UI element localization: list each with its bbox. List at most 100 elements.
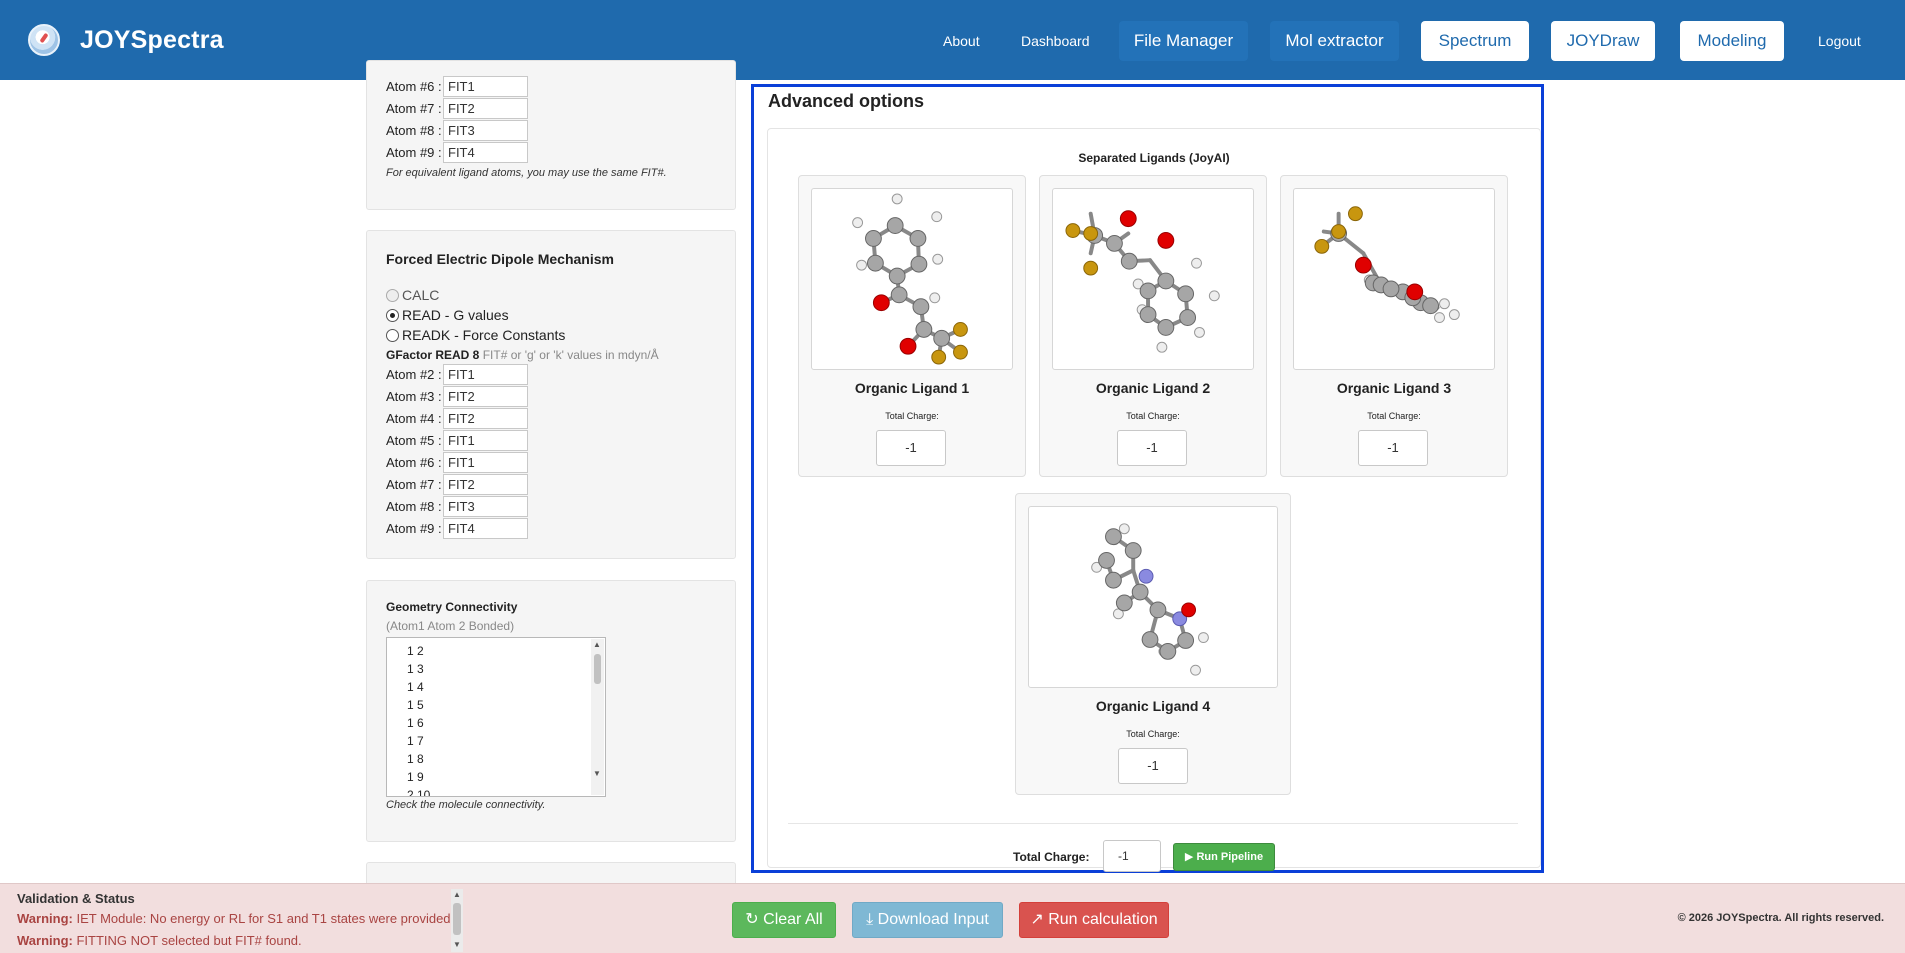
total-charge-label: Total Charge: <box>885 411 939 421</box>
molecule-image <box>1314 206 1460 324</box>
warning-text: IET Module: No energy or RL for S1 and T… <box>76 911 451 926</box>
fit-input[interactable]: FIT2 <box>443 474 528 495</box>
atom-label: Atom #6 : <box>386 79 442 94</box>
run-calculation-button[interactable]: ↗ Run calculation <box>1019 902 1169 938</box>
ligand-4-structure <box>1028 506 1278 688</box>
nav-modeling-button[interactable]: Modeling <box>1680 21 1784 61</box>
molecule-image <box>852 193 968 365</box>
fit-input[interactable]: FIT1 <box>443 364 528 385</box>
molecule-image <box>1065 210 1220 353</box>
ligand-3-structure <box>1293 188 1495 370</box>
warning-message: Warning: FITTING NOT selected but FIT# f… <box>17 933 302 948</box>
fit-input[interactable]: FIT2 <box>443 386 528 407</box>
radio-readk[interactable]: READK - Force Constants <box>386 326 565 344</box>
ligand-card: Organic Ligand 1 Total Charge: -1 <box>798 175 1026 477</box>
fit-input[interactable]: FIT1 <box>443 452 528 473</box>
nav-dashboard-link[interactable]: Dashboard <box>1021 0 1090 80</box>
ligand-card: Organic Ligand 3 Total Charge: -1 <box>1280 175 1508 477</box>
radio-label: CALC <box>402 287 440 303</box>
fit-input[interactable]: FIT1 <box>443 76 528 97</box>
ligand-name: Organic Ligand 4 <box>1095 698 1211 714</box>
scroll-up-icon[interactable]: ▲ <box>453 890 461 899</box>
download-input-label: Download Input <box>877 911 989 928</box>
radio-icon <box>386 288 399 302</box>
fit-input[interactable]: FIT1 <box>443 430 528 451</box>
fit-input[interactable]: FIT4 <box>443 518 528 539</box>
warning-prefix: Warning: <box>17 911 73 926</box>
radio-icon <box>386 308 399 322</box>
spectra-logo-icon <box>28 24 60 56</box>
atom-label: Atom #6 : <box>386 455 442 470</box>
connectivity-line: 1 4 <box>407 680 424 694</box>
radio-calc[interactable]: CALC <box>386 286 439 304</box>
brand[interactable]: JOYSpectra <box>28 24 224 56</box>
bottom-total-charge-input[interactable]: -1 <box>1103 840 1161 872</box>
atom-label: Atom #4 : <box>386 411 442 426</box>
radio-icon <box>386 328 399 342</box>
ligand-charge-input[interactable]: -1 <box>1118 748 1188 784</box>
nav-spectrum-button[interactable]: Spectrum <box>1421 21 1529 61</box>
connectivity-textarea[interactable]: 1 2 1 3 1 4 1 5 1 6 1 7 1 8 1 9 2 10 ▲ ▼ <box>386 637 606 797</box>
ligand-name: Organic Ligand 1 <box>854 380 970 396</box>
radio-read[interactable]: READ - G values <box>386 306 509 324</box>
scroll-down-icon[interactable]: ▼ <box>453 940 461 949</box>
nav-mol-extractor-button[interactable]: Mol extractor <box>1270 21 1399 61</box>
fit-input[interactable]: FIT2 <box>443 98 528 119</box>
fit-note: For equivalent ligand atoms, you may use… <box>386 167 667 179</box>
ligand-charge-input[interactable]: -1 <box>1358 430 1428 466</box>
gfactor-label: GFactor READ 8 <box>386 348 480 362</box>
warning-text: FITTING NOT selected but FIT# found. <box>76 933 302 948</box>
atom-label: Atom #2 : <box>386 367 442 382</box>
nav-joydraw-button[interactable]: JOYDraw <box>1551 21 1655 61</box>
scroll-thumb[interactable] <box>594 654 601 684</box>
refresh-icon: ↻ <box>745 911 759 928</box>
scroll-down-icon[interactable]: ▼ <box>593 769 601 778</box>
fit-input[interactable]: FIT2 <box>443 408 528 429</box>
advanced-options-section: Advanced options Separated Ligands (JoyA… <box>751 84 1544 873</box>
connectivity-line: 1 6 <box>407 716 424 730</box>
ligand-charge-input[interactable]: -1 <box>876 430 946 466</box>
scroll-thumb[interactable] <box>453 903 461 935</box>
molecule-image <box>1091 523 1209 676</box>
ligand-name: Organic Ligand 3 <box>1336 380 1452 396</box>
divider <box>788 823 1518 824</box>
separated-ligands-title: Separated Ligands (JoyAI) <box>1078 151 1230 165</box>
nav-logout-link[interactable]: Logout <box>1818 0 1861 80</box>
ligands-container: Separated Ligands (JoyAI) Organic Ligand… <box>767 128 1541 872</box>
clear-all-button[interactable]: ↻ Clear All <box>732 902 836 938</box>
textarea-scrollbar[interactable]: ▲ ▼ <box>591 639 604 795</box>
fit-input[interactable]: FIT3 <box>443 496 528 517</box>
warning-prefix: Warning: <box>17 933 73 948</box>
dipole-panel: Forced Electric Dipole Mechanism CALC RE… <box>366 230 736 559</box>
atom-row: Atom #9 : FIT4 <box>386 518 528 539</box>
external-link-icon: ↗ <box>1030 911 1044 928</box>
atom-row: Atom #4 : FIT2 <box>386 408 528 429</box>
atom-row: Atom #8 : FIT3 <box>386 120 528 141</box>
gfactor-hint: FIT# or 'g' or 'k' values in mdyn/Å <box>482 348 659 362</box>
ligand-card: Organic Ligand 2 Total Charge: -1 <box>1039 175 1267 477</box>
nav-file-manager-button[interactable]: File Manager <box>1119 21 1248 61</box>
nav-about-link[interactable]: About <box>943 0 980 80</box>
ligand-2-structure <box>1052 188 1254 370</box>
atom-row: Atom #7 : FIT2 <box>386 98 528 119</box>
connectivity-line: 1 2 <box>407 644 424 658</box>
validation-scrollbar[interactable]: ▲ ▼ <box>451 889 463 952</box>
download-input-button[interactable]: ⤓ Download Input <box>852 902 1003 938</box>
atom-row: Atom #6 : FIT1 <box>386 452 528 473</box>
fit-input[interactable]: FIT4 <box>443 142 528 163</box>
dipole-panel-title: Forced Electric Dipole Mechanism <box>386 251 614 267</box>
total-charge-label: Total Charge: <box>1367 411 1421 421</box>
run-pipeline-label: Run Pipeline <box>1196 851 1264 863</box>
ligand-charge-input[interactable]: -1 <box>1117 430 1187 466</box>
atom-label: Atom #7 : <box>386 101 442 116</box>
connectivity-line: 1 7 <box>407 734 424 748</box>
ligand-card: Organic Ligand 4 Total Charge: -1 <box>1015 493 1291 795</box>
validation-title: Validation & Status <box>17 891 135 906</box>
atom-row: Atom #2 : FIT1 <box>386 364 528 385</box>
run-pipeline-button[interactable]: ▶ Run Pipeline <box>1173 843 1275 871</box>
ligand-name: Organic Ligand 2 <box>1095 380 1211 396</box>
geometry-subtitle: (Atom1 Atom 2 Bonded) <box>386 619 515 633</box>
run-calculation-label: Run calculation <box>1048 911 1158 928</box>
scroll-up-icon[interactable]: ▲ <box>593 640 601 649</box>
fit-input[interactable]: FIT3 <box>443 120 528 141</box>
